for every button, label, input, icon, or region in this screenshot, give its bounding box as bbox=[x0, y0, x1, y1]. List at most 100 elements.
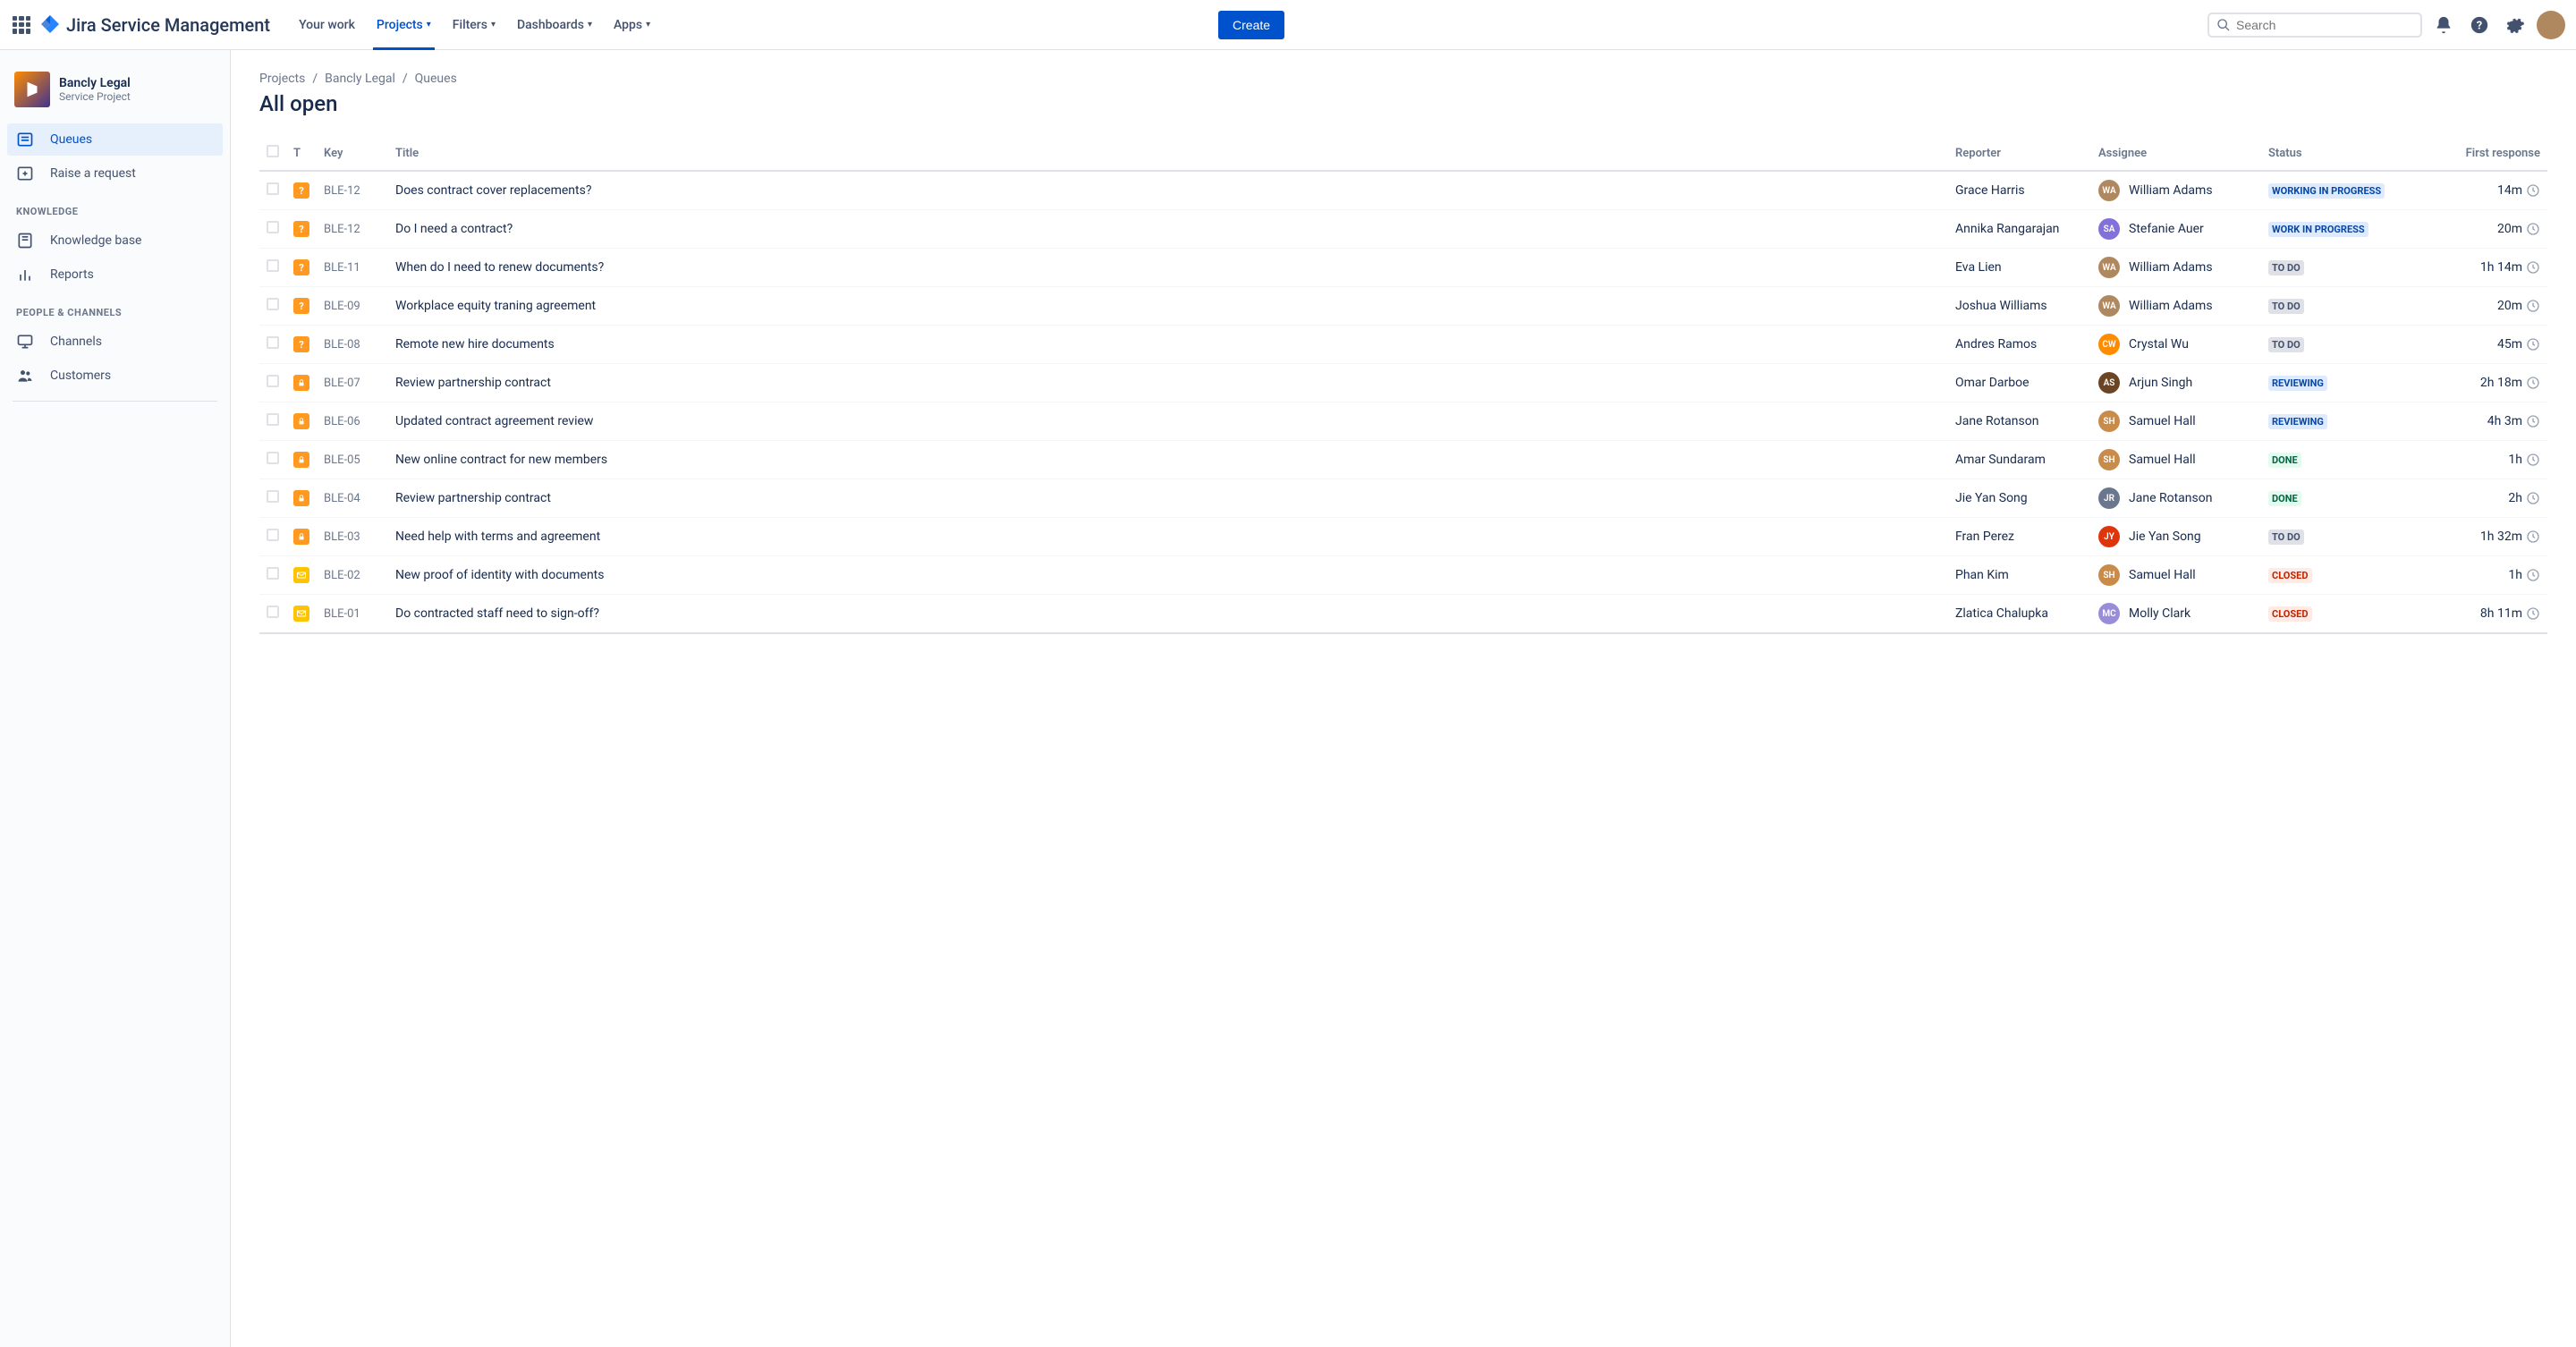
issue-key[interactable]: BLE-04 bbox=[317, 479, 388, 518]
col-status[interactable]: Status bbox=[2261, 138, 2422, 171]
assignee-cell[interactable]: JYJie Yan Song bbox=[2098, 526, 2254, 547]
row-checkbox[interactable] bbox=[267, 606, 279, 618]
issue-title[interactable]: Do I need a contract? bbox=[388, 210, 1948, 249]
row-checkbox[interactable] bbox=[267, 375, 279, 387]
table-row[interactable]: BLE-01Do contracted staff need to sign-o… bbox=[259, 595, 2547, 634]
status-badge[interactable]: WORKING IN PROGRESS bbox=[2268, 183, 2385, 199]
col-title[interactable]: Title bbox=[388, 138, 1948, 171]
table-row[interactable]: ?BLE-08Remote new hire documentsAndres R… bbox=[259, 326, 2547, 364]
product-logo[interactable]: Jira Service Management bbox=[39, 14, 270, 36]
select-all-checkbox[interactable] bbox=[267, 145, 279, 157]
create-button[interactable]: Create bbox=[1218, 11, 1284, 39]
issue-key[interactable]: BLE-07 bbox=[317, 364, 388, 402]
issue-key[interactable]: BLE-03 bbox=[317, 518, 388, 556]
nav-your-work[interactable]: Your work bbox=[288, 0, 366, 50]
issue-key[interactable]: BLE-08 bbox=[317, 326, 388, 364]
breadcrumb-item[interactable]: Projects bbox=[259, 72, 305, 86]
table-row[interactable]: ?BLE-12Do I need a contract?Annika Ranga… bbox=[259, 210, 2547, 249]
col-type[interactable]: T bbox=[286, 138, 317, 171]
notifications-icon[interactable] bbox=[2429, 11, 2458, 39]
assignee-cell[interactable]: WAWilliam Adams bbox=[2098, 180, 2254, 201]
assignee-cell[interactable]: WAWilliam Adams bbox=[2098, 295, 2254, 317]
issue-title[interactable]: New proof of identity with documents bbox=[388, 556, 1948, 595]
nav-filters[interactable]: Filters▾ bbox=[442, 0, 506, 50]
status-badge[interactable]: DONE bbox=[2268, 491, 2301, 506]
assignee-cell[interactable]: WAWilliam Adams bbox=[2098, 257, 2254, 278]
status-badge[interactable]: REVIEWING bbox=[2268, 414, 2327, 429]
user-avatar[interactable] bbox=[2537, 11, 2565, 39]
row-checkbox[interactable] bbox=[267, 413, 279, 426]
issue-key[interactable]: BLE-12 bbox=[317, 210, 388, 249]
issue-title[interactable]: Remote new hire documents bbox=[388, 326, 1948, 364]
table-row[interactable]: BLE-02New proof of identity with documen… bbox=[259, 556, 2547, 595]
project-header[interactable]: Bancly Legal Service Project bbox=[7, 68, 223, 122]
issue-key[interactable]: BLE-12 bbox=[317, 171, 388, 210]
assignee-cell[interactable]: CWCrystal Wu bbox=[2098, 334, 2254, 355]
assignee-cell[interactable]: SHSamuel Hall bbox=[2098, 411, 2254, 432]
status-badge[interactable]: CLOSED bbox=[2268, 568, 2312, 583]
col-key[interactable]: Key bbox=[317, 138, 388, 171]
breadcrumb-item[interactable]: Queues bbox=[415, 72, 457, 86]
nav-apps[interactable]: Apps▾ bbox=[603, 0, 661, 50]
col-assignee[interactable]: Assignee bbox=[2091, 138, 2261, 171]
assignee-cell[interactable]: MCMolly Clark bbox=[2098, 603, 2254, 624]
issue-title[interactable]: Need help with terms and agreement bbox=[388, 518, 1948, 556]
issue-key[interactable]: BLE-02 bbox=[317, 556, 388, 595]
nav-projects[interactable]: Projects▾ bbox=[366, 0, 442, 50]
table-row[interactable]: ?BLE-09Workplace equity traning agreemen… bbox=[259, 287, 2547, 326]
status-badge[interactable]: TO DO bbox=[2268, 299, 2304, 314]
status-badge[interactable]: REVIEWING bbox=[2268, 376, 2327, 391]
issue-key[interactable]: BLE-09 bbox=[317, 287, 388, 326]
sidebar-item-channels[interactable]: Channels bbox=[7, 326, 223, 358]
status-badge[interactable]: TO DO bbox=[2268, 260, 2304, 275]
status-badge[interactable]: TO DO bbox=[2268, 337, 2304, 352]
issue-key[interactable]: BLE-06 bbox=[317, 402, 388, 441]
col-reporter[interactable]: Reporter bbox=[1948, 138, 2091, 171]
row-checkbox[interactable] bbox=[267, 259, 279, 272]
sidebar-item-queues[interactable]: Queues bbox=[7, 123, 223, 156]
assignee-cell[interactable]: SHSamuel Hall bbox=[2098, 449, 2254, 470]
breadcrumb-item[interactable]: Bancly Legal bbox=[325, 72, 395, 86]
table-row[interactable]: BLE-06Updated contract agreement reviewJ… bbox=[259, 402, 2547, 441]
search-input[interactable] bbox=[2236, 18, 2413, 32]
settings-icon[interactable] bbox=[2501, 11, 2529, 39]
row-checkbox[interactable] bbox=[267, 336, 279, 349]
sidebar-item-customers[interactable]: Customers bbox=[7, 360, 223, 392]
assignee-cell[interactable]: ASArjun Singh bbox=[2098, 372, 2254, 394]
help-icon[interactable]: ? bbox=[2465, 11, 2494, 39]
sidebar-item-knowledge-base[interactable]: Knowledge base bbox=[7, 224, 223, 257]
assignee-cell[interactable]: JRJane Rotanson bbox=[2098, 487, 2254, 509]
nav-dashboards[interactable]: Dashboards▾ bbox=[506, 0, 603, 50]
status-badge[interactable]: DONE bbox=[2268, 453, 2301, 468]
assignee-cell[interactable]: SHSamuel Hall bbox=[2098, 564, 2254, 586]
table-row[interactable]: BLE-07Review partnership contractOmar Da… bbox=[259, 364, 2547, 402]
issue-title[interactable]: Review partnership contract bbox=[388, 479, 1948, 518]
sidebar-item-raise-a-request[interactable]: Raise a request bbox=[7, 157, 223, 190]
row-checkbox[interactable] bbox=[267, 452, 279, 464]
row-checkbox[interactable] bbox=[267, 182, 279, 195]
issue-title[interactable]: Does contract cover replacements? bbox=[388, 171, 1948, 210]
issue-title[interactable]: Do contracted staff need to sign-off? bbox=[388, 595, 1948, 634]
status-badge[interactable]: WORK IN PROGRESS bbox=[2268, 222, 2368, 237]
status-badge[interactable]: TO DO bbox=[2268, 529, 2304, 545]
table-row[interactable]: BLE-03Need help with terms and agreement… bbox=[259, 518, 2547, 556]
row-checkbox[interactable] bbox=[267, 567, 279, 580]
issue-title[interactable]: When do I need to renew documents? bbox=[388, 249, 1948, 287]
row-checkbox[interactable] bbox=[267, 221, 279, 233]
status-badge[interactable]: CLOSED bbox=[2268, 606, 2312, 622]
issue-title[interactable]: Review partnership contract bbox=[388, 364, 1948, 402]
issue-key[interactable]: BLE-01 bbox=[317, 595, 388, 634]
issue-key[interactable]: BLE-11 bbox=[317, 249, 388, 287]
search-input-wrapper[interactable] bbox=[2207, 13, 2422, 38]
col-first-response[interactable]: First response bbox=[2422, 138, 2547, 171]
table-row[interactable]: BLE-04Review partnership contractJie Yan… bbox=[259, 479, 2547, 518]
issue-title[interactable]: Updated contract agreement review bbox=[388, 402, 1948, 441]
assignee-cell[interactable]: SAStefanie Auer bbox=[2098, 218, 2254, 240]
row-checkbox[interactable] bbox=[267, 298, 279, 310]
sidebar-item-reports[interactable]: Reports bbox=[7, 258, 223, 291]
issue-title[interactable]: New online contract for new members bbox=[388, 441, 1948, 479]
row-checkbox[interactable] bbox=[267, 490, 279, 503]
issue-key[interactable]: BLE-05 bbox=[317, 441, 388, 479]
row-checkbox[interactable] bbox=[267, 529, 279, 541]
issue-title[interactable]: Workplace equity traning agreement bbox=[388, 287, 1948, 326]
